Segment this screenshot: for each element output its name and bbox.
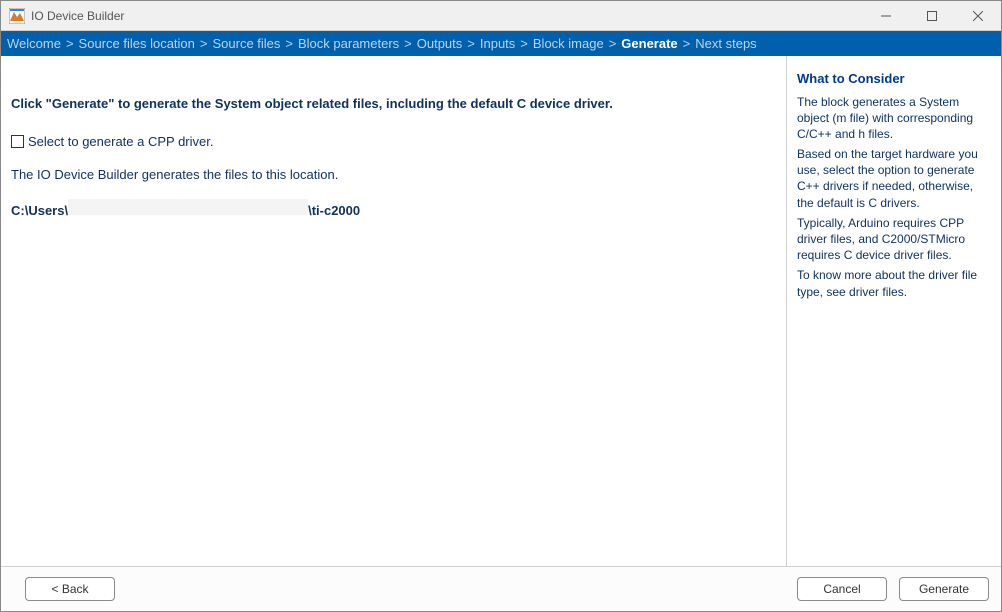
- help-sidebar-paragraph: Based on the target hardware you use, se…: [797, 146, 991, 211]
- help-sidebar: What to Consider The block generates a S…: [786, 56, 1001, 566]
- breadcrumb-separator: >: [606, 36, 620, 51]
- window-title: IO Device Builder: [31, 9, 124, 23]
- breadcrumb-step-source-files[interactable]: Source files: [210, 36, 282, 51]
- location-description: The IO Device Builder generates the file…: [11, 165, 776, 185]
- app-icon: [9, 8, 25, 24]
- window-titlebar: IO Device Builder: [1, 1, 1001, 31]
- page-headline: Click "Generate" to generate the System …: [11, 94, 776, 114]
- output-path-suffix: \ti-c2000: [308, 201, 360, 221]
- breadcrumb-step-block-parameters[interactable]: Block parameters: [296, 36, 401, 51]
- breadcrumb-step-next-steps[interactable]: Next steps: [693, 36, 758, 51]
- cancel-button[interactable]: Cancel: [797, 577, 887, 601]
- window-minimize-button[interactable]: [863, 1, 909, 31]
- main-pane: Click "Generate" to generate the System …: [1, 56, 786, 566]
- output-path: C:\Users\ \ti-c2000: [11, 199, 776, 221]
- breadcrumb-separator: >: [517, 36, 531, 51]
- output-path-redacted: [68, 199, 308, 215]
- breadcrumb-separator: >: [680, 36, 694, 51]
- breadcrumb-separator: >: [282, 36, 296, 51]
- help-sidebar-paragraph: The block generates a System object (m f…: [797, 94, 991, 143]
- help-sidebar-paragraph: Typically, Arduino requires CPP driver f…: [797, 215, 991, 264]
- help-sidebar-paragraph: To know more about the driver file type,…: [797, 267, 991, 299]
- breadcrumb-step-generate: Generate: [619, 36, 679, 51]
- help-sidebar-heading: What to Consider: [797, 70, 991, 88]
- breadcrumb-step-welcome[interactable]: Welcome: [5, 36, 63, 51]
- window-maximize-button[interactable]: [909, 1, 955, 31]
- breadcrumb-step-outputs[interactable]: Outputs: [415, 36, 465, 51]
- breadcrumb-separator: >: [63, 36, 77, 51]
- wizard-footer: Back Cancel Generate: [1, 566, 1001, 611]
- window-close-button[interactable]: [955, 1, 1001, 31]
- breadcrumb-separator: >: [464, 36, 478, 51]
- breadcrumb: Welcome>Source files location>Source fil…: [1, 31, 1001, 56]
- breadcrumb-step-inputs[interactable]: Inputs: [478, 36, 517, 51]
- breadcrumb-step-source-files-location[interactable]: Source files location: [77, 36, 197, 51]
- cpp-driver-checkbox-label: Select to generate a CPP driver.: [28, 132, 213, 152]
- breadcrumb-separator: >: [197, 36, 211, 51]
- back-button[interactable]: Back: [25, 577, 115, 601]
- output-path-prefix: C:\Users\: [11, 201, 68, 221]
- breadcrumb-step-block-image[interactable]: Block image: [531, 36, 606, 51]
- cpp-driver-checkbox[interactable]: [11, 135, 24, 148]
- breadcrumb-separator: >: [401, 36, 415, 51]
- generate-button[interactable]: Generate: [899, 577, 989, 601]
